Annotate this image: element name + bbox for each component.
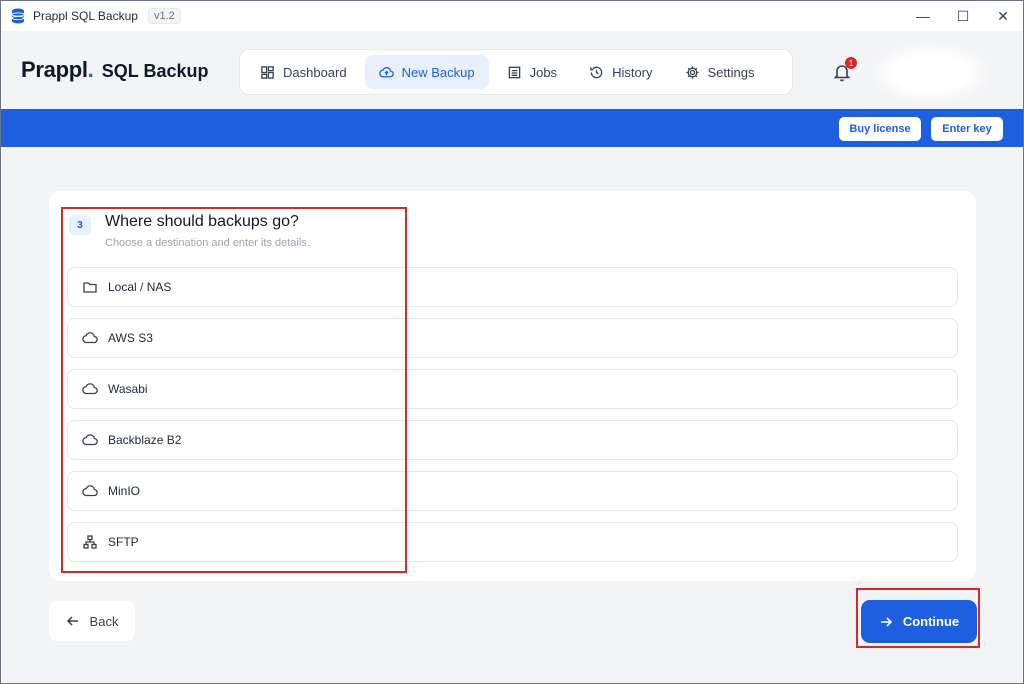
arrow-left-icon (66, 616, 78, 626)
back-button[interactable]: Back (49, 601, 135, 641)
destination-local-nas[interactable]: Local / NAS (67, 267, 958, 307)
avatar[interactable] (871, 43, 991, 103)
nav-history-label: History (612, 64, 653, 80)
destination-card: 3 Where should backups go? Choose a dest… (49, 191, 976, 581)
continue-label: Continue (902, 614, 960, 629)
list-icon (508, 66, 520, 78)
main-nav: Dashboard New Backup Jobs History Settin… (239, 49, 793, 95)
database-icon (11, 8, 25, 24)
buy-license-button[interactable]: Buy license (839, 117, 921, 141)
destination-label: MinIO (108, 484, 141, 498)
cloud-upload-icon (378, 66, 394, 77)
version-badge: v1.2 (147, 8, 181, 24)
title-bar: Prappl SQL Backup v1.2 — ☐ ✕ (1, 1, 1023, 31)
close-button[interactable]: ✕ (983, 1, 1023, 31)
cloud-icon (82, 383, 98, 395)
nav-history[interactable]: History (575, 55, 666, 89)
destination-aws-s3[interactable]: AWS S3 (67, 318, 958, 358)
destination-label: AWS S3 (108, 331, 153, 345)
window-title: Prappl SQL Backup (33, 9, 138, 23)
gear-icon (685, 65, 699, 79)
destination-backblaze-b2[interactable]: Backblaze B2 (67, 420, 958, 460)
back-label: Back (89, 613, 119, 629)
destination-wasabi[interactable]: Wasabi (67, 369, 958, 409)
destination-minio[interactable]: MinIO (67, 471, 958, 511)
brand-name: Prappl (21, 57, 88, 82)
destination-label: Local / NAS (108, 280, 172, 294)
destination-label: Wasabi (108, 382, 148, 396)
arrow-right-icon (880, 616, 892, 627)
folder-icon (83, 282, 97, 293)
nav-new-backup[interactable]: New Backup (364, 55, 489, 89)
brand-dot: . (87, 57, 94, 82)
app-header: Prappl. SQL Backup Dashboard New Backup (1, 31, 1023, 109)
nav-dashboard-label: Dashboard (283, 64, 347, 80)
nav-jobs[interactable]: Jobs (493, 55, 571, 89)
nav-new-backup-label: New Backup (401, 64, 475, 80)
nav-dashboard[interactable]: Dashboard (246, 55, 361, 89)
step-number-badge: 3 (69, 215, 91, 235)
step-subtitle: Choose a destination and enter its detai… (105, 237, 310, 249)
network-icon (83, 535, 97, 549)
enter-key-button[interactable]: Enter key (931, 117, 1003, 141)
cloud-icon (82, 434, 98, 446)
step-title: Where should backups go? (105, 213, 299, 230)
continue-button[interactable]: Continue (861, 600, 977, 643)
destination-list: Local / NAS AWS S3 Wasabi Backblaze B2 M… (67, 267, 958, 573)
dashboard-icon (261, 65, 274, 79)
notification-badge: 1 (845, 57, 857, 69)
cloud-icon (82, 332, 98, 344)
license-banner: Buy license Enter key (1, 109, 1023, 147)
minimize-button[interactable]: — (903, 1, 943, 31)
destination-sftp[interactable]: SFTP (67, 522, 958, 562)
brand-product: SQL Backup (101, 61, 209, 81)
brand-logo: Prappl. SQL Backup (21, 57, 209, 83)
maximize-button[interactable]: ☐ (943, 1, 983, 31)
app-window: Prappl SQL Backup v1.2 — ☐ ✕ Prappl. SQL… (0, 0, 1024, 684)
nav-settings[interactable]: Settings (671, 55, 769, 89)
cloud-icon (82, 485, 98, 497)
nav-jobs-label: Jobs (529, 64, 558, 80)
destination-label: Backblaze B2 (108, 433, 182, 447)
destination-label: SFTP (108, 535, 139, 549)
nav-settings-label: Settings (707, 64, 755, 80)
history-icon (590, 66, 603, 78)
